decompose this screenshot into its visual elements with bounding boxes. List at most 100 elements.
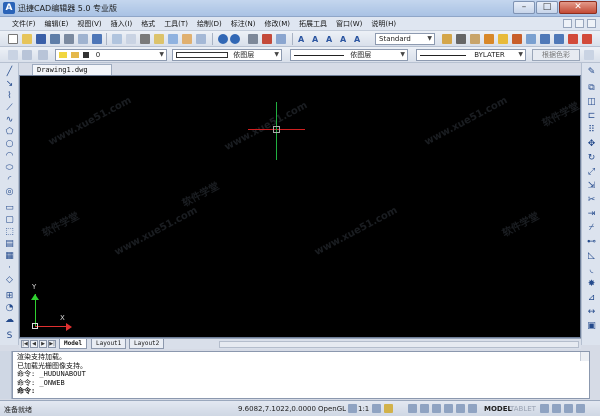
print-preview-icon[interactable] — [78, 34, 88, 44]
zoom-window-icon[interactable] — [276, 34, 286, 44]
tab-model[interactable]: Model — [59, 339, 88, 349]
horizontal-scrollbar[interactable] — [219, 341, 579, 348]
properties-icon[interactable] — [568, 34, 578, 44]
block-insert-icon[interactable]: ◇ — [4, 275, 15, 285]
array-icon[interactable]: ⠿ — [586, 125, 597, 135]
region-icon[interactable]: ▢ — [4, 215, 15, 225]
chamfer-icon[interactable]: ◺ — [586, 251, 597, 261]
layer-select[interactable]: 0 ▼ — [55, 49, 167, 61]
hatch-icon[interactable]: ▤ — [4, 239, 15, 249]
copy-object-icon[interactable]: ⧉ — [586, 83, 597, 93]
tool-icon[interactable] — [196, 34, 206, 44]
text-scale-icon[interactable]: A — [340, 35, 346, 44]
grid-mode-icon[interactable] — [420, 404, 429, 413]
menu-modify[interactable]: 修改(M) — [265, 19, 291, 29]
trim-icon[interactable]: ✂ — [586, 195, 597, 205]
circle-icon[interactable]: ○ — [4, 139, 15, 149]
save-as-icon[interactable] — [50, 34, 60, 44]
snap-icon[interactable] — [442, 34, 452, 44]
gradient-icon[interactable]: ▦ — [4, 251, 15, 261]
properties-panel-icon[interactable]: ▣ — [586, 321, 597, 331]
construction-line-icon[interactable]: ⟋ — [4, 103, 15, 113]
publish-icon[interactable] — [92, 34, 102, 44]
extend-icon[interactable]: ⇥ — [586, 209, 597, 219]
cut-icon[interactable] — [140, 34, 150, 44]
menu-draw[interactable]: 绘制(D) — [197, 19, 222, 29]
menu-view[interactable]: 视图(V) — [77, 19, 101, 29]
move-icon[interactable]: ✥ — [586, 139, 597, 149]
tab-layout2[interactable]: Layout2 — [129, 339, 165, 349]
lineweight-select[interactable]: BYLATER ▼ — [416, 49, 526, 61]
menu-dimension[interactable]: 标注(N) — [231, 19, 256, 29]
join-icon[interactable]: ⊷ — [586, 237, 597, 247]
stretch-icon[interactable]: ⇲ — [586, 181, 597, 191]
arc-icon[interactable]: ◠ — [4, 151, 15, 161]
layer-previous-icon[interactable] — [38, 50, 48, 60]
ray-icon[interactable]: ↘ — [4, 79, 15, 89]
print-icon[interactable] — [64, 34, 74, 44]
layer-manager-icon[interactable] — [8, 50, 18, 60]
command-window[interactable]: 渲染支持加载。 已加载光栅图像支持。 命令: _HUDUNABOUT 命令: _… — [12, 351, 590, 399]
minimize-button[interactable]: – — [513, 1, 535, 14]
layer-state-icon[interactable] — [22, 50, 32, 60]
annotation-visibility-icon[interactable] — [372, 404, 381, 413]
edit-polyline-icon[interactable]: ⊿ — [586, 293, 597, 303]
ellipse-arc-icon[interactable]: ◜ — [4, 175, 15, 185]
text-style-select[interactable]: Standard ▼ — [375, 33, 435, 45]
toolbar-options-icon[interactable] — [584, 50, 594, 60]
last-tab-icon[interactable]: ▶| — [48, 340, 56, 348]
point-icon[interactable]: · — [4, 263, 15, 273]
lineweight-icon[interactable] — [554, 34, 564, 44]
color-select[interactable]: 依图层 ▼ — [172, 49, 282, 61]
line-icon[interactable]: ╱ — [4, 67, 15, 77]
pan-icon[interactable] — [248, 34, 258, 44]
first-tab-icon[interactable]: |◀ — [21, 340, 29, 348]
document-tab[interactable]: Drawing1.dwg — [32, 64, 112, 75]
tab-layout1[interactable]: Layout1 — [91, 339, 127, 349]
menu-extend-tools[interactable]: 拓展工具 — [299, 19, 327, 29]
block-icon[interactable] — [168, 34, 178, 44]
ortho-icon[interactable] — [456, 34, 466, 44]
menu-insert[interactable]: 插入(I) — [111, 19, 133, 29]
erase-icon[interactable]: ✎ — [586, 67, 597, 77]
match-properties-icon[interactable] — [154, 34, 164, 44]
osnap-mode-icon[interactable] — [456, 404, 465, 413]
wipeout-icon[interactable]: ◔ — [4, 303, 15, 313]
save-icon[interactable] — [36, 34, 46, 44]
explode-icon[interactable]: ✸ — [586, 279, 597, 289]
brush-icon[interactable] — [182, 34, 192, 44]
mirror-icon[interactable]: ◫ — [586, 97, 597, 107]
donut-icon[interactable]: ◎ — [4, 187, 15, 197]
ellipse-icon[interactable]: ⬭ — [4, 163, 15, 173]
grid-icon[interactable] — [540, 34, 550, 44]
revcloud-icon[interactable]: ☁ — [4, 315, 15, 325]
annotation-scale[interactable]: 1:1 — [358, 405, 369, 413]
ortho-mode-icon[interactable] — [432, 404, 441, 413]
tablet-toggle[interactable]: TABLET — [510, 405, 536, 413]
polar-icon[interactable] — [470, 34, 480, 44]
close-button[interactable]: ✕ — [559, 1, 597, 14]
lock-icon[interactable] — [564, 404, 573, 413]
maximize-button[interactable]: □ — [536, 1, 558, 14]
doc-close-icon[interactable] — [587, 19, 596, 28]
paste-icon[interactable] — [126, 34, 136, 44]
annotation-scale-icon[interactable] — [348, 404, 357, 413]
polygon-icon[interactable]: ⬠ — [4, 127, 15, 137]
text-icon[interactable]: A — [298, 35, 304, 44]
command-scrollbar[interactable] — [580, 352, 589, 361]
boundary-icon[interactable]: ⬚ — [4, 227, 15, 237]
drawing-canvas[interactable]: www.xue51.com www.xue51.com www.xue51.co… — [19, 75, 581, 338]
rectangle-icon[interactable]: ▭ — [4, 203, 15, 213]
copy-icon[interactable] — [112, 34, 122, 44]
spline-icon[interactable]: ∿ — [4, 115, 15, 125]
fillet-icon[interactable]: ◟ — [586, 265, 597, 275]
lengthen-icon[interactable]: ↔ — [586, 307, 597, 317]
menu-window[interactable]: 窗口(W) — [336, 19, 362, 29]
zoom-icon[interactable] — [262, 34, 272, 44]
text-justify-icon[interactable]: A — [354, 35, 360, 44]
polyline-icon[interactable]: ⌇ — [4, 91, 15, 101]
mtext-icon[interactable]: S — [4, 331, 15, 341]
menu-help[interactable]: 说明(H) — [371, 19, 396, 29]
doc-restore-icon[interactable] — [575, 19, 584, 28]
fullscreen-icon[interactable] — [576, 404, 585, 413]
